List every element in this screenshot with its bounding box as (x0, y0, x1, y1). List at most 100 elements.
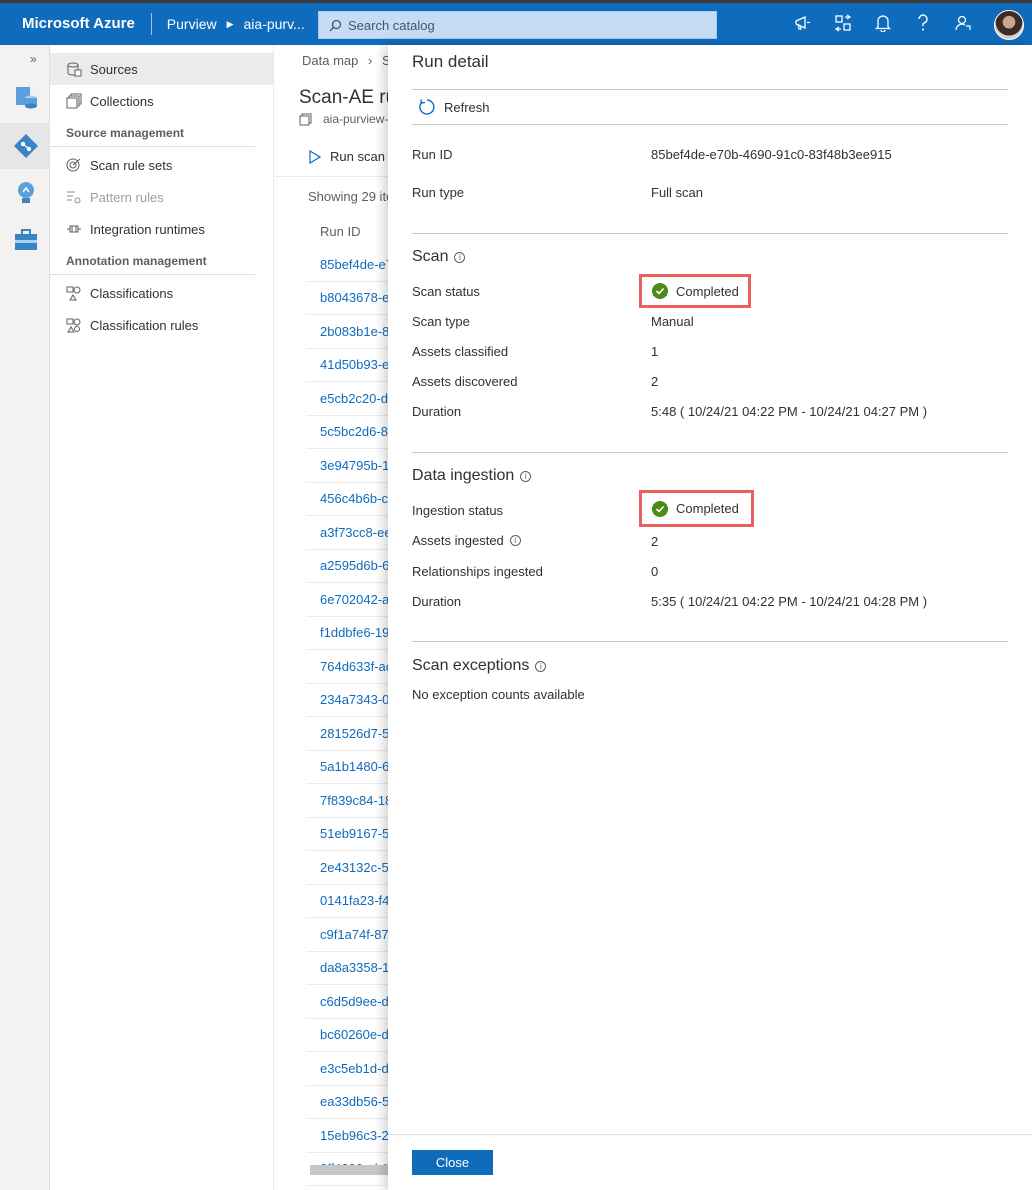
relationships-ingested-label: Relationships ingested (412, 564, 543, 579)
run-id-link[interactable]: e5cb2c20-d (306, 382, 388, 416)
run-id-link[interactable]: 5a1b1480-6 (306, 751, 388, 784)
run-id-link[interactable]: 2b083b1e-8 (306, 315, 388, 349)
help-icon[interactable] (912, 12, 934, 34)
data-catalog-icon[interactable] (12, 83, 40, 111)
insights-icon[interactable] (12, 179, 40, 207)
nav-item-pattern-rules[interactable]: Pattern rules (50, 181, 273, 213)
scan-section-heading: Scan i (412, 248, 466, 266)
run-id-link[interactable]: 6e702042-a (306, 583, 388, 617)
run-id-link[interactable]: 281526d7-5 (306, 717, 388, 751)
scan-runs-page: Data map › So Scan-AE ru aia-purview- Ru… (274, 45, 388, 1190)
divider (412, 233, 1008, 234)
run-list: 85bef4de-e7 b8043678-e 2b083b1e-8 41d50b93-… (306, 248, 388, 1186)
nav-item-sources[interactable]: Sources (50, 53, 273, 85)
nav-item-scan-rule-sets[interactable]: Scan rule sets (50, 149, 273, 181)
run-id-link[interactable]: 51eb9167-5 (306, 818, 388, 851)
expand-icon[interactable]: » (30, 52, 37, 66)
run-id-link[interactable]: 456c4b6b-c (306, 483, 388, 516)
user-avatar[interactable] (994, 10, 1024, 40)
collections-icon (65, 92, 83, 110)
info-icon[interactable]: i (454, 251, 466, 263)
run-scan-button[interactable]: Run scan n (309, 149, 388, 164)
run-id-link[interactable]: b8043678-e (306, 282, 388, 315)
run-id-link[interactable]: a3f73cc8-ee (306, 516, 388, 550)
nav-item-integration-runtimes[interactable]: Integration runtimes (50, 213, 273, 245)
refresh-icon (419, 99, 435, 115)
info-icon[interactable]: i (509, 535, 521, 546)
nav-item-collections[interactable]: Collections (50, 85, 273, 117)
divider (412, 89, 1008, 90)
close-button[interactable]: Close (412, 1150, 493, 1175)
sources-icon (65, 60, 83, 78)
refresh-button[interactable]: Refresh (418, 98, 490, 116)
run-id-link[interactable]: ea33db56-5 (306, 1086, 388, 1119)
run-id-link[interactable]: 15eb96c3-2 (306, 1119, 388, 1153)
exceptions-section-heading: Scan exceptions i (412, 657, 547, 675)
management-icon[interactable] (12, 227, 40, 255)
collection-icon (299, 113, 312, 126)
run-id-link[interactable]: c6d5d9ee-d (306, 985, 388, 1019)
run-id-link[interactable]: da8a3358-1 (306, 952, 388, 985)
run-id-link[interactable]: 7f839c84-18 (306, 784, 388, 818)
run-id-link[interactable]: 41d50b93-e (306, 349, 388, 382)
run-id-link[interactable]: f1ddbfe6-19 (306, 617, 388, 650)
portal-switch-icon[interactable] (832, 12, 854, 34)
refresh-label: Refresh (444, 99, 490, 115)
data-map-nav: Sources Collections Source management Sc… (50, 45, 274, 1190)
run-id-link[interactable]: 0141fa23-f4 (306, 885, 388, 918)
search-placeholder: Search catalog (348, 17, 435, 33)
nav-item-classification-rules[interactable]: Classification rules (50, 309, 273, 341)
caret-right-icon: ▶ (226, 18, 234, 29)
run-id-link[interactable]: 234a7343-0 (306, 684, 388, 717)
run-id-label: Run ID (412, 147, 453, 162)
ingestion-status-label: Ingestion status (412, 503, 504, 518)
megaphone-icon[interactable] (792, 12, 814, 34)
run-id-link[interactable]: e3c5eb1d-d (306, 1052, 388, 1086)
run-id-link[interactable]: 5c5bc2d6-8 (306, 416, 388, 449)
data-map-icon[interactable] (0, 123, 50, 169)
run-id-value: 85bef4de-e70b-4690-91c0-83f48b3ee915 (651, 147, 892, 162)
breadcrumb: Data map › So (302, 53, 388, 68)
top-breadcrumb: Purview ▶ aia-purv... (152, 16, 305, 32)
info-icon[interactable]: i (535, 660, 547, 672)
feedback-icon[interactable] (952, 12, 974, 34)
run-detail-panel: Run detail Refresh Run ID 85bef4de-e70b-… (388, 45, 1032, 1190)
run-id-link[interactable]: a2595d6b-6 (306, 550, 388, 583)
divider (412, 124, 1008, 125)
check-circle-icon (652, 283, 668, 299)
search-input[interactable]: Search catalog (318, 11, 717, 39)
brand-link[interactable]: Microsoft Azure (0, 13, 152, 35)
nav-label: Classification rules (90, 317, 199, 333)
bell-icon[interactable] (872, 12, 894, 34)
run-id-link[interactable]: 85bef4de-e7 (306, 248, 388, 282)
page-subtitle: aia-purview- (299, 112, 388, 126)
left-rail: » (0, 45, 50, 1190)
run-id-link[interactable]: c9f1a74f-87 (306, 918, 388, 952)
run-id-link[interactable]: 764d633f-ac (306, 650, 388, 684)
run-type-label: Run type (412, 185, 465, 200)
nav-label: Collections (90, 93, 154, 109)
run-id-link[interactable]: 3e94795b-1 (306, 449, 388, 483)
run-id-link[interactable]: 2e43132c-5 (306, 851, 388, 885)
classifications-icon (65, 284, 83, 302)
classification-rules-icon (65, 316, 83, 334)
account-link[interactable]: aia-purv... (244, 16, 305, 32)
nav-item-classifications[interactable]: Classifications (50, 277, 273, 309)
ingestion-section-heading: Data ingestion i (412, 467, 532, 485)
page-title: Scan-AE ru (299, 87, 388, 108)
top-icons (792, 12, 974, 34)
ingestion-duration-value: 5:35 ( 10/24/21 04:22 PM - 10/24/21 04:2… (651, 594, 928, 609)
service-link[interactable]: Purview (167, 16, 217, 32)
ingestion-heading-label: Data ingestion (412, 467, 515, 484)
scan-rule-sets-icon (65, 156, 83, 174)
info-icon[interactable]: i (520, 470, 532, 482)
column-header-run-id[interactable]: Run ID (320, 224, 360, 239)
horizontal-scrollbar[interactable] (310, 1165, 388, 1175)
breadcrumb-data-map[interactable]: Data map (302, 53, 358, 68)
nav-group-annotation-management: Annotation management (50, 245, 255, 275)
nav-label: Integration runtimes (90, 221, 205, 237)
scan-status-value: Completed (676, 283, 739, 299)
check-circle-icon (652, 500, 668, 517)
assets-discovered-value: 2 (651, 374, 659, 389)
run-id-link[interactable]: bc60260e-d (306, 1019, 388, 1052)
